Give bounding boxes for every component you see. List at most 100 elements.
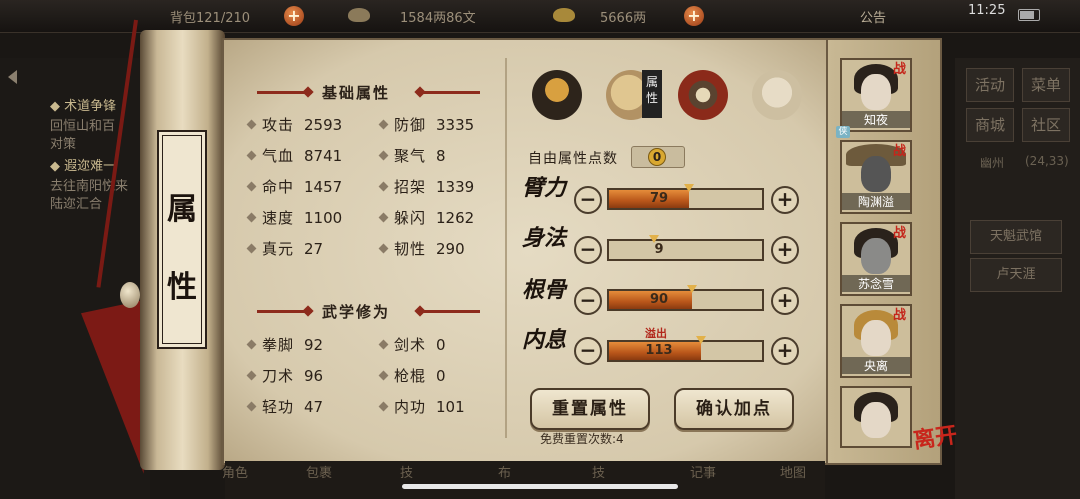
location-coords: (24,33) xyxy=(1025,154,1069,168)
strength-minus-button[interactable]: − xyxy=(574,186,602,214)
agility-minus-button[interactable]: − xyxy=(574,236,602,264)
stat-toughness: 韧性 290 xyxy=(378,238,465,259)
section-ornament xyxy=(420,91,480,94)
constitution-bar: 90 xyxy=(607,285,764,311)
battle-badge: 战 xyxy=(893,144,907,159)
stat-lightness: 轻功 47 xyxy=(246,396,323,417)
gold-ingot-icon xyxy=(553,8,575,22)
stat-defense: 防御 3335 xyxy=(378,114,474,135)
basic-attributes-title: 基础属性 xyxy=(322,84,391,102)
strength-plus-button[interactable]: + xyxy=(771,186,799,214)
agility-value: 9 xyxy=(654,242,664,257)
stat-sword: 剑术 0 xyxy=(378,334,446,355)
quest-desc: 回恒山和百 xyxy=(50,119,116,134)
battle-badge: 战 xyxy=(893,62,907,77)
hero-badge: 侠 xyxy=(836,126,850,138)
meridian-tab-icon[interactable] xyxy=(752,70,802,120)
stat-hit: 命中 1457 xyxy=(246,176,342,197)
overflow-label: 溢出 xyxy=(645,327,667,340)
party-member-name: 央离 xyxy=(842,357,910,374)
location-name: 幽州 xyxy=(980,156,1005,170)
bagua-tab-icon[interactable] xyxy=(678,70,728,120)
stat-attack: 攻击 2593 xyxy=(246,114,342,135)
quest-title[interactable]: ◆ 术道争锋 xyxy=(50,95,116,114)
nav-item[interactable]: 记事 xyxy=(690,462,716,481)
attributes-tab-label: 属性 xyxy=(642,70,662,118)
party-member-name: 陶渊溢 xyxy=(842,193,910,210)
constitution-minus-button[interactable]: − xyxy=(574,287,602,315)
add-capacity-button[interactable]: + xyxy=(284,6,304,26)
strength-value: 79 xyxy=(649,191,669,206)
stat-speed: 速度 1100 xyxy=(246,207,342,228)
battery-icon xyxy=(1018,9,1040,21)
stat-spear: 枪棍 0 xyxy=(378,365,446,386)
add-gold-button[interactable]: + xyxy=(684,6,704,26)
stat-true-essence: 真元 27 xyxy=(246,238,323,259)
party-member-name: 知夜 xyxy=(842,111,910,128)
party-member-name: 苏念雪 xyxy=(842,275,910,292)
inner-breath-minus-button[interactable]: − xyxy=(574,337,602,365)
quest-desc: 对策 xyxy=(50,137,77,152)
free-points-value: 0 xyxy=(648,148,666,166)
nav-item[interactable]: 技 xyxy=(400,462,413,481)
panel-divider xyxy=(505,58,507,438)
inner-breath-plus-button[interactable]: + xyxy=(771,337,799,365)
agility-bar: 9 xyxy=(607,235,764,261)
portrait-face xyxy=(861,238,891,274)
leave-button[interactable]: 离开 xyxy=(911,417,959,455)
confirm-points-button[interactable]: 确认加点 xyxy=(674,388,794,430)
stat-hp: 气血 8741 xyxy=(246,145,342,166)
menu-button[interactable]: 菜单 xyxy=(1022,68,1070,102)
martial-arts-title: 武学修为 xyxy=(322,303,391,321)
home-indicator[interactable] xyxy=(402,484,678,489)
nav-item[interactable]: 地图 xyxy=(780,462,806,481)
section-ornament xyxy=(420,310,480,313)
quest-desc: 陆迩汇合 xyxy=(50,197,103,212)
panel-title-char: 属 xyxy=(167,192,197,227)
tassel-bead xyxy=(120,282,140,308)
bag-capacity: 背包121/210 xyxy=(170,11,251,26)
shop-button[interactable]: 商城 xyxy=(966,108,1014,142)
portrait-face xyxy=(861,320,891,356)
strength-label: 臂力 xyxy=(522,175,567,201)
place-button[interactable]: 天魁武馆 xyxy=(970,220,1062,254)
activity-button[interactable]: 活动 xyxy=(966,68,1014,102)
portrait-face xyxy=(861,74,891,110)
nav-item[interactable]: 技 xyxy=(592,462,605,481)
money-value: 1584两86文 xyxy=(400,11,476,26)
stat-parry: 招架 1339 xyxy=(378,176,474,197)
agility-plus-button[interactable]: + xyxy=(771,236,799,264)
strength-bar: 79 xyxy=(607,184,764,210)
stat-dodge: 躲闪 1262 xyxy=(378,207,474,228)
inner-breath-value: 113 xyxy=(645,343,673,358)
party-member-5[interactable] xyxy=(840,386,912,448)
reset-attributes-button[interactable]: 重置属性 xyxy=(530,388,650,430)
battle-badge: 战 xyxy=(893,308,907,323)
npc-button[interactable]: 卢天涯 xyxy=(970,258,1062,292)
stat-qi: 聚气 8 xyxy=(378,145,446,166)
constitution-plus-button[interactable]: + xyxy=(771,287,799,315)
constitution-value: 90 xyxy=(649,292,669,307)
money-icon xyxy=(348,8,370,22)
character-tab-icon[interactable] xyxy=(532,70,582,120)
free-reset-count: 免费重置次数:4 xyxy=(540,432,624,446)
community-button[interactable]: 社区 xyxy=(1022,108,1070,142)
panel-title-char: 性 xyxy=(167,270,197,305)
collapse-arrow-icon[interactable] xyxy=(8,70,17,84)
nav-item[interactable]: 角色 xyxy=(222,462,248,481)
portrait-face xyxy=(861,156,891,192)
stat-fist: 拳脚 92 xyxy=(246,334,323,355)
free-points-label: 自由属性点数 xyxy=(528,151,618,167)
clock: 11:25 xyxy=(968,3,1006,18)
status-bar: 背包121/210 + 1584两86文 5666两 + 公告 11:25 xyxy=(0,0,1080,33)
portrait-face xyxy=(861,402,891,438)
stat-inner: 内功 101 xyxy=(378,396,465,417)
stat-blade: 刀术 96 xyxy=(246,365,323,386)
nav-item[interactable]: 布 xyxy=(498,462,511,481)
quest-title[interactable]: ◆ 遐迩难一 xyxy=(50,155,116,174)
agility-label: 身法 xyxy=(522,225,567,251)
inner-breath-bar: 113 xyxy=(607,336,764,362)
quest-desc: 去往南阳悦来 xyxy=(50,179,129,194)
announcement-button[interactable]: 公告 xyxy=(860,7,886,26)
nav-item[interactable]: 包裹 xyxy=(306,462,332,481)
